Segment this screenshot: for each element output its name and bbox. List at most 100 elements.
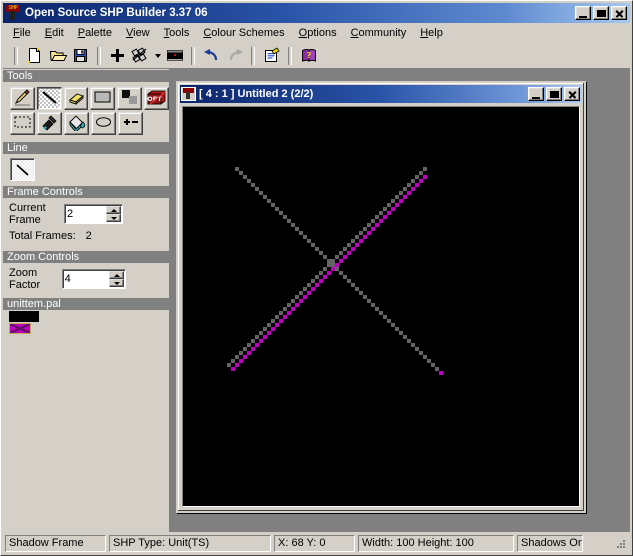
toolbar-separator	[97, 46, 101, 65]
open-folder-icon[interactable]	[46, 45, 69, 67]
menu-tools[interactable]: Tools	[157, 25, 197, 42]
ellipse-icon	[94, 115, 113, 132]
zoom-controls-header: Zoom Controls	[3, 250, 169, 263]
main-title-bar: SHP Open Source SHP Builder 3.37 06	[3, 3, 630, 23]
shuffle-frames-icon[interactable]	[129, 45, 152, 67]
mdi-client-area: [ 4 : 1 ] Untitled 2 (2/2)	[170, 69, 630, 532]
new-page-icon[interactable]	[23, 45, 46, 67]
main-toolbar: ?	[3, 43, 630, 69]
current-frame-increment-button[interactable]	[106, 206, 121, 214]
rectangle-icon	[93, 90, 112, 107]
toolbar-separator	[251, 46, 255, 65]
redo-arrow-icon[interactable]	[223, 45, 246, 67]
current-frame-label: Current Frame	[9, 202, 46, 226]
left-sidebar: Tools OPT Line Frame Controls Current Fr…	[3, 69, 170, 532]
child-title-bar: [ 4 : 1 ] Untitled 2 (2/2)	[180, 85, 582, 103]
filled-square-icon	[120, 89, 139, 108]
minimize-icon[interactable]	[528, 87, 544, 101]
window-controls	[575, 6, 627, 20]
shadows-panel: Shadows On	[517, 534, 583, 552]
menu-palette[interactable]: Palette	[71, 25, 119, 42]
application-window: SHP Open Source SHP Builder 3.37 06 File…	[0, 0, 633, 556]
eyedropper-tool[interactable]	[37, 112, 62, 135]
pencil-icon	[13, 88, 32, 109]
palette-file-header: unittem.pal	[3, 297, 169, 310]
menu-bar: File Edit Palette View Tools Colour Sche…	[3, 24, 630, 43]
tools-section-header: Tools	[3, 69, 169, 82]
child-document-window: [ 4 : 1 ] Untitled 2 (2/2)	[176, 81, 586, 513]
eraser-icon	[67, 90, 86, 108]
eraser-tool[interactable]	[63, 87, 89, 110]
minimize-icon[interactable]	[575, 6, 591, 20]
current-frame-row: Current Frame	[3, 202, 169, 226]
total-frames-label: Total Frames:	[9, 230, 76, 242]
shp-type-panel: SHP Type: Unit(TS)	[109, 534, 271, 552]
palette-swatches	[3, 311, 169, 334]
total-frames-value: 2	[85, 230, 92, 242]
shp-document-icon	[181, 87, 196, 101]
rectangle-tool[interactable]	[90, 87, 116, 110]
total-frames-row: Total Frames: 2	[3, 228, 169, 244]
close-icon[interactable]	[611, 6, 627, 20]
line-preview-icon[interactable]	[10, 158, 35, 181]
marquee-icon	[13, 115, 32, 132]
tools-row-1: OPT	[10, 87, 169, 110]
opt-icon: OPT	[146, 89, 167, 109]
child-window-title: [ 4 : 1 ] Untitled 2 (2/2)	[199, 88, 314, 100]
svg-text:?: ?	[306, 51, 311, 60]
close-icon[interactable]	[564, 87, 580, 101]
line-icon	[41, 90, 58, 108]
current-frame-decrement-button[interactable]	[106, 214, 121, 222]
remap-color-swatch[interactable]	[9, 323, 31, 334]
maximize-icon[interactable]	[593, 6, 609, 20]
zoom-factor-spin-buttons	[109, 271, 124, 287]
menu-edit[interactable]: Edit	[38, 25, 71, 42]
plus-icon[interactable]	[106, 45, 129, 67]
plusminus-tool[interactable]	[118, 112, 143, 135]
zoom-factor-increment-button[interactable]	[109, 271, 124, 279]
tools-palette: OPT	[3, 82, 169, 141]
menu-colour-schemes[interactable]: Colour Schemes	[196, 25, 291, 42]
floppy-disk-icon[interactable]	[69, 45, 92, 67]
ellipse-tool[interactable]	[91, 112, 116, 135]
properties-icon[interactable]	[260, 45, 283, 67]
toolbar-separator	[288, 46, 292, 65]
dimensions-panel: Width: 100 Height: 100	[358, 534, 514, 552]
zoom-factor-stepper[interactable]	[61, 269, 126, 289]
line-section-header: Line	[3, 141, 169, 154]
shp-builder-icon: SHP	[5, 5, 21, 21]
help-book-icon[interactable]: ?	[297, 45, 320, 67]
gradient-tool[interactable]	[117, 87, 143, 110]
drawing-canvas[interactable]	[182, 106, 580, 507]
current-frame-stepper[interactable]	[64, 204, 123, 224]
eyedropper-icon	[40, 114, 59, 134]
maximize-icon[interactable]	[546, 87, 562, 101]
pencil-tool[interactable]	[10, 87, 35, 110]
menu-file[interactable]: File	[6, 25, 38, 42]
undo-arrow-icon[interactable]	[200, 45, 223, 67]
opt-remap-tool[interactable]: OPT	[144, 87, 169, 110]
child-window-controls	[528, 87, 580, 101]
menu-options[interactable]: Options	[292, 25, 344, 42]
toolbar-separator	[14, 46, 18, 65]
zoom-factor-input[interactable]	[64, 271, 115, 287]
shadow-frame-icon[interactable]	[163, 45, 186, 67]
frame-mode-panel: Shadow Frame	[5, 534, 106, 552]
chevron-down-icon[interactable]	[152, 45, 163, 67]
status-bar: Shadow Frame SHP Type: Unit(TS) X: 68 Y:…	[3, 533, 630, 553]
line-style-preview-wrap	[3, 154, 169, 185]
menu-community[interactable]: Community	[344, 25, 414, 42]
window-title: Open Source SHP Builder 3.37 06	[25, 7, 208, 19]
line-tool[interactable]	[36, 87, 62, 110]
zoom-factor-label: Zoom Factor	[9, 267, 41, 291]
menu-view[interactable]: View	[119, 25, 157, 42]
select-tool[interactable]	[10, 112, 35, 135]
zoom-factor-row: Zoom Factor	[3, 267, 169, 291]
toolbar-separator	[191, 46, 195, 65]
zoom-factor-decrement-button[interactable]	[109, 279, 124, 287]
primary-color-swatch[interactable]	[9, 311, 39, 322]
resize-grip[interactable]	[614, 536, 628, 551]
fill-tool[interactable]	[64, 112, 89, 135]
menu-help[interactable]: Help	[413, 25, 450, 42]
paint-bucket-icon	[67, 114, 87, 134]
